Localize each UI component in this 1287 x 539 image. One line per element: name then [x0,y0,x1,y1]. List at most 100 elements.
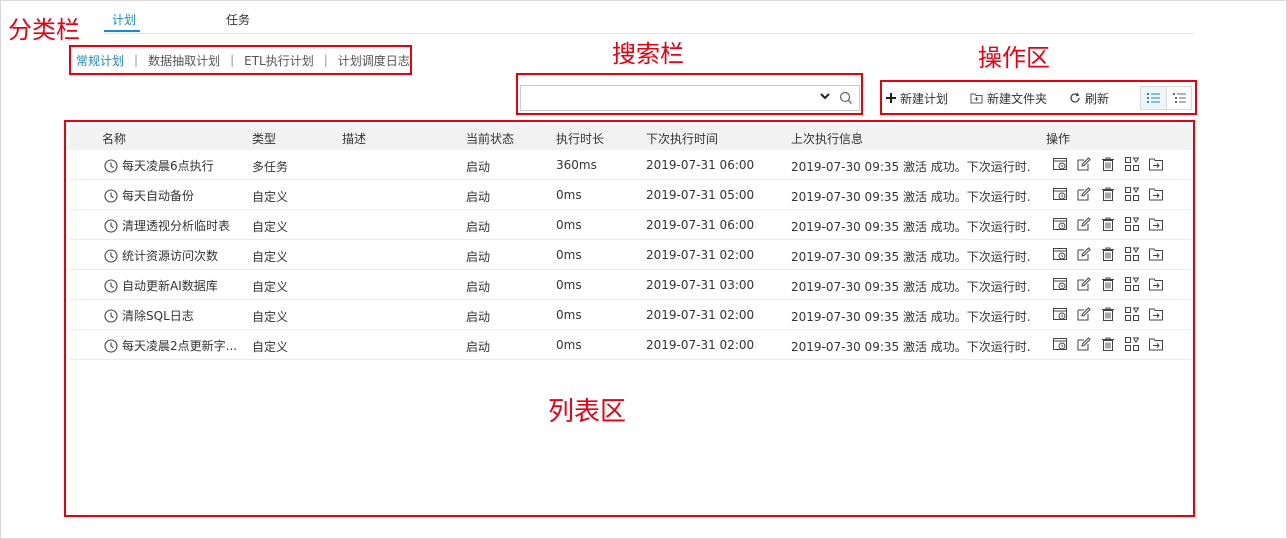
tree-view-button[interactable] [1166,87,1191,109]
table-row[interactable]: 统计资源访问次数 自定义 启动 0ms 2019-07-31 02:00 2019-07-… [70,240,1192,270]
edit-icon[interactable] [1076,156,1092,172]
tab-plan[interactable]: 计划 [112,11,136,28]
move-icon[interactable] [1148,276,1164,292]
delete-icon[interactable] [1100,216,1116,232]
cell-status: 启动 [466,250,491,264]
clock-icon [104,218,122,233]
category-separator: | [323,53,328,67]
tree-view-icon [1172,93,1186,103]
cell-status: 启动 [466,160,491,174]
delete-icon[interactable] [1100,156,1116,172]
clock-icon [104,338,122,353]
table-row[interactable]: 清理透视分析临时表 自定义 启动 0ms 2019-07-31 06:00 2019-07… [70,210,1192,240]
cell-type: 自定义 [252,220,289,234]
folder-add-icon [970,93,983,104]
permissions-icon[interactable] [1124,246,1140,262]
cell-next-run: 2019-07-31 03:00 [646,278,755,292]
run-history-icon[interactable] [1052,306,1068,322]
cell-name: 清理透视分析临时表 [104,217,230,234]
edit-icon[interactable] [1076,276,1092,292]
move-icon[interactable] [1148,216,1164,232]
run-history-icon[interactable] [1052,216,1068,232]
refresh-button[interactable]: 刷新 [1069,90,1109,107]
plan-name[interactable]: 清除SQL日志 [122,307,194,324]
cell-last-run-info: 2019-07-30 09:35 激活 成功。下次运行时... [791,220,1031,234]
edit-icon[interactable] [1076,216,1092,232]
cell-type: 自定义 [252,340,289,354]
cell-duration: 0ms [556,218,582,232]
table-row[interactable]: 每天凌晨6点执行 多任务 启动 360ms 2019-07-31 06:00 2019-0… [70,150,1192,180]
edit-icon[interactable] [1076,336,1092,352]
action-toolbar: 新建计划 新建文件夹 刷新 [886,88,1131,108]
permissions-icon[interactable] [1124,156,1140,172]
delete-icon[interactable] [1100,186,1116,202]
category-separator: | [230,53,235,67]
permissions-icon[interactable] [1124,336,1140,352]
plan-name[interactable]: 统计资源访问次数 [122,247,218,264]
cell-next-run: 2019-07-31 02:00 [646,248,755,262]
column-operations: 操作 [1046,132,1071,146]
run-history-icon[interactable] [1052,276,1068,292]
table-row[interactable]: 自动更新AI数据库 自定义 启动 0ms 2019-07-31 03:00 2019-07… [70,270,1192,300]
plan-name[interactable]: 每天自动备份 [122,187,194,204]
list-view-button[interactable] [1141,87,1166,109]
table-row[interactable]: 每天凌晨2点更新字... 自定义 启动 0ms 2019-07-31 02:00 2019… [70,330,1192,360]
column-name: 名称 [102,132,127,146]
run-history-icon[interactable] [1052,246,1068,262]
plan-name[interactable]: 每天凌晨2点更新字... [122,337,237,354]
tab-task[interactable]: 任务 [226,11,250,28]
search-icon[interactable] [839,91,853,105]
edit-icon[interactable] [1076,246,1092,262]
move-icon[interactable] [1148,246,1164,262]
cell-next-run: 2019-07-31 02:00 [646,338,755,352]
delete-icon[interactable] [1100,336,1116,352]
move-icon[interactable] [1148,306,1164,322]
new-folder-button[interactable]: 新建文件夹 [970,90,1047,107]
plan-name[interactable]: 清理透视分析临时表 [122,217,230,234]
cell-name: 每天凌晨2点更新字... [104,337,237,354]
category-regular-plan[interactable]: 常规计划 [76,52,124,69]
edit-icon[interactable] [1076,186,1092,202]
column-type: 类型 [252,132,277,146]
table-row[interactable]: 清除SQL日志 自定义 启动 0ms 2019-07-31 02:00 2019-07-3… [70,300,1192,330]
move-icon[interactable] [1148,156,1164,172]
cell-name: 统计资源访问次数 [104,247,218,264]
move-icon[interactable] [1148,336,1164,352]
plan-name[interactable]: 每天凌晨6点执行 [122,157,214,174]
cell-type: 自定义 [252,280,289,294]
run-history-icon[interactable] [1052,186,1068,202]
plan-name[interactable]: 自动更新AI数据库 [122,277,218,294]
cell-name: 每天凌晨6点执行 [104,157,214,174]
search-input[interactable] [525,88,815,108]
row-operations [1052,186,1172,202]
permissions-icon[interactable] [1124,186,1140,202]
delete-icon[interactable] [1100,246,1116,262]
plan-table: 名称 类型 描述 当前状态 执行时长 下次执行时间 上次执行信息 操作 每天凌晨… [70,124,1192,360]
edit-icon[interactable] [1076,306,1092,322]
run-history-icon[interactable] [1052,336,1068,352]
category-data-extract-plan[interactable]: 数据抽取计划 [148,52,220,69]
cell-status: 启动 [466,220,491,234]
permissions-icon[interactable] [1124,216,1140,232]
column-status: 当前状态 [466,132,515,146]
table-row[interactable]: 每天自动备份 自定义 启动 0ms 2019-07-31 05:00 2019-07-30… [70,180,1192,210]
move-icon[interactable] [1148,186,1164,202]
run-history-icon[interactable] [1052,156,1068,172]
delete-icon[interactable] [1100,306,1116,322]
permissions-icon[interactable] [1124,276,1140,292]
cell-type: 自定义 [252,250,289,264]
cell-last-run-info: 2019-07-30 09:35 激活 成功。下次运行时... [791,160,1031,174]
plus-icon [886,93,896,103]
category-schedule-log[interactable]: 计划调度日志 [338,52,410,69]
cell-next-run: 2019-07-31 06:00 [646,218,755,232]
permissions-icon[interactable] [1124,306,1140,322]
row-operations [1052,156,1172,172]
row-operations [1052,306,1172,322]
new-plan-button[interactable]: 新建计划 [886,90,948,107]
cell-name: 清除SQL日志 [104,307,194,324]
cell-duration: 0ms [556,248,582,262]
delete-icon[interactable] [1100,276,1116,292]
chevron-down-icon[interactable] [819,90,831,106]
category-etl-plan[interactable]: ETL执行计划 [244,52,314,69]
search-box [520,85,860,111]
